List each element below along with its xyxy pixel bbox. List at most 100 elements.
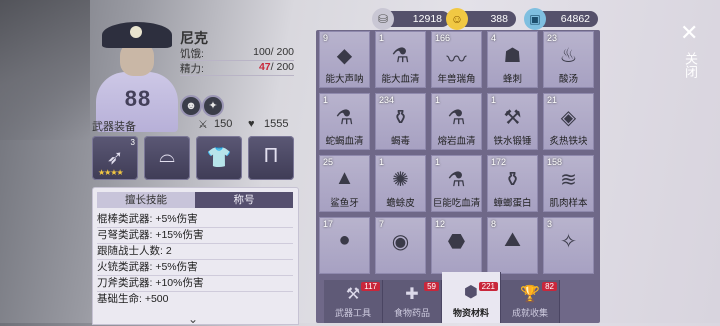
inventory-item[interactable]: 234 ⚱ 蝎毒 (375, 93, 426, 150)
item-name: 鲨鱼牙 (330, 198, 359, 209)
tab-achievements[interactable]: 🏆 82 成就收集 (501, 280, 560, 323)
tab-food-medicine[interactable]: ✚ 59 食物药品 (383, 280, 442, 323)
star-rating: ★★★★ (98, 168, 124, 177)
skill-line: 火铳类武器: +5%伤害 (97, 260, 293, 276)
item-name: 年兽瑞角 (437, 74, 476, 85)
ticket-icon: ▣ (524, 8, 546, 30)
item-icon: ⚗ (391, 45, 410, 67)
item-name: 肌肉样本 (549, 198, 588, 209)
inventory-item[interactable]: 17 ● (319, 217, 370, 274)
inventory-item[interactable]: 1 ⚗ 巨能吃血清 (431, 155, 482, 212)
weapon-slot[interactable]: ➶ 3 ★★★★ (92, 136, 138, 180)
tab-weapons-tools[interactable]: ⚒ 117 武器工具 (324, 280, 383, 323)
shirt-number: 88 (124, 86, 152, 111)
inventory-item[interactable]: 12 ⬣ (431, 217, 482, 274)
item-name: 蟾蜍皮 (386, 198, 415, 209)
background-art (0, 0, 90, 140)
item-icon: ◈ (560, 107, 577, 129)
item-count: 7 (379, 219, 385, 229)
inventory-item[interactable]: 8 ⛰ (487, 217, 538, 274)
inventory-item[interactable]: 172 ⚱ 蟑螂蛋白 (487, 155, 538, 212)
tab-materials[interactable]: ⬢ 221 物资材料 (442, 272, 501, 323)
item-name: 蟑螂蛋白 (493, 198, 532, 209)
item-count: 9 (323, 33, 329, 43)
health-value: 1555 (264, 118, 289, 130)
inventory-item[interactable]: 166 〰年兽瑞角 (431, 31, 482, 88)
equipment-slots: ➶ 3 ★★★★ ⌓ 👕 Π (92, 136, 296, 182)
tab-skills[interactable]: 擅长技能 (97, 192, 195, 208)
inventory-item[interactable]: 7 ◉ (375, 217, 426, 274)
item-name: 能大声呐 (325, 74, 364, 85)
item-count: 25 (323, 157, 334, 167)
chevron-down-icon[interactable]: ⌄ (188, 312, 198, 326)
inventory-item[interactable]: 1 ⚗ 熔岩血清 (431, 93, 482, 150)
shirt-icon: 👕 (206, 147, 232, 169)
bow-icon: ➶ (106, 147, 124, 169)
hat-slot[interactable]: ⌓ (144, 136, 190, 180)
skills-panel: 擅长技能 称号 棍棒类武器: +5%伤害 弓弩类武器: +15%伤害 跟随战士人… (92, 187, 299, 326)
item-name: 蜂刺 (502, 74, 522, 85)
equipment-header: 武器装备 ⚔ 150 ♥ 1555 (92, 118, 289, 133)
item-icon: ✧ (560, 231, 577, 253)
item-count: 23 (547, 33, 558, 43)
item-name: 蛇蝎血清 (325, 136, 364, 147)
skill-line: 基础生命: +500 (97, 293, 169, 305)
inventory-item[interactable]: 21 ◈ 炙热铁块 (543, 93, 594, 150)
item-count: 12 (435, 219, 446, 229)
inventory-item[interactable]: 1 ⚗ 蛇蝎血清 (319, 93, 370, 150)
energy-stat: 精力: 47/ 200 (180, 61, 294, 76)
skill-line: 跟随战士人数: 2 (97, 244, 293, 260)
coin-icon: ☺ (446, 8, 468, 30)
inventory-item[interactable]: 3 ✧ (543, 217, 594, 274)
item-count: 3 (547, 219, 553, 229)
item-count: 21 (547, 95, 558, 105)
item-name: 铁水锻锤 (493, 136, 532, 147)
pants-slot[interactable]: Π (248, 136, 294, 180)
item-name: 酸汤 (558, 74, 578, 85)
item-count: 1 (435, 95, 441, 105)
item-icon: ⚗ (335, 107, 354, 129)
item-icon: ● (338, 229, 351, 251)
hunger-stat: 饥饿: 100/ 200 (180, 46, 294, 61)
item-icon: ⚱ (504, 169, 521, 191)
item-count: 1 (379, 33, 385, 43)
inventory-item[interactable]: 158 ≋ 肌肉样本 (543, 155, 594, 212)
inventory-item[interactable]: 1 ✺ 蟾蜍皮 (375, 155, 426, 212)
item-count: 158 (547, 157, 563, 167)
character-name: 尼克 (180, 30, 208, 46)
inventory-item[interactable]: 1 ⚒ 铁水锻锤 (487, 93, 538, 150)
inventory-item[interactable]: 1 ⚗ 能大血清 (375, 31, 426, 88)
heart-icon: ♥ (248, 118, 255, 130)
tab-titles[interactable]: 称号 (195, 192, 293, 208)
inventory-item[interactable]: 23 ♨ 酸汤 (543, 31, 594, 88)
skill-badge-icon[interactable]: ✦ (202, 95, 224, 117)
hat-icon: ⌓ (159, 145, 175, 167)
item-count: 1 (491, 95, 497, 105)
inventory-tabs: ⚒ 117 武器工具 ✚ 59 食物药品 ⬢ 221 物资材料 🏆 82 成就收… (316, 272, 600, 323)
ticket-counter: ▣ 64862 (524, 8, 598, 30)
inventory-item[interactable]: 9 ◆ 能大声呐 (319, 31, 370, 88)
silver-icon: ⛁ (372, 8, 394, 30)
shirt-slot[interactable]: 👕 (196, 136, 242, 180)
close-label[interactable]: 关闭 (683, 52, 698, 78)
item-count: 172 (491, 157, 507, 167)
item-count: 166 (435, 33, 451, 43)
helmet-badge-icon[interactable]: ☻ (180, 95, 202, 117)
item-name: 炙热铁块 (549, 136, 588, 147)
item-count: 17 (323, 219, 334, 229)
item-count: 8 (491, 219, 497, 229)
inventory-item[interactable]: 25 ▲ 鲨鱼牙 (319, 155, 370, 212)
item-icon: ⬣ (447, 231, 466, 253)
item-name: 熔岩血清 (437, 136, 476, 147)
item-icon: ⚒ (503, 107, 522, 129)
inventory-item[interactable]: 4 ☗ 蜂刺 (487, 31, 538, 88)
item-icon: ≋ (560, 169, 577, 191)
item-name: 蝎毒 (390, 136, 410, 147)
item-icon: ◆ (336, 45, 353, 67)
item-count: 1 (379, 157, 385, 167)
skill-line: 棍棒类武器: +5%伤害 (97, 212, 293, 228)
item-icon: 〰 (446, 49, 467, 71)
item-icon: ▲ (334, 167, 355, 189)
close-icon[interactable]: ✕ (680, 20, 698, 46)
item-icon: ⚱ (392, 107, 409, 129)
